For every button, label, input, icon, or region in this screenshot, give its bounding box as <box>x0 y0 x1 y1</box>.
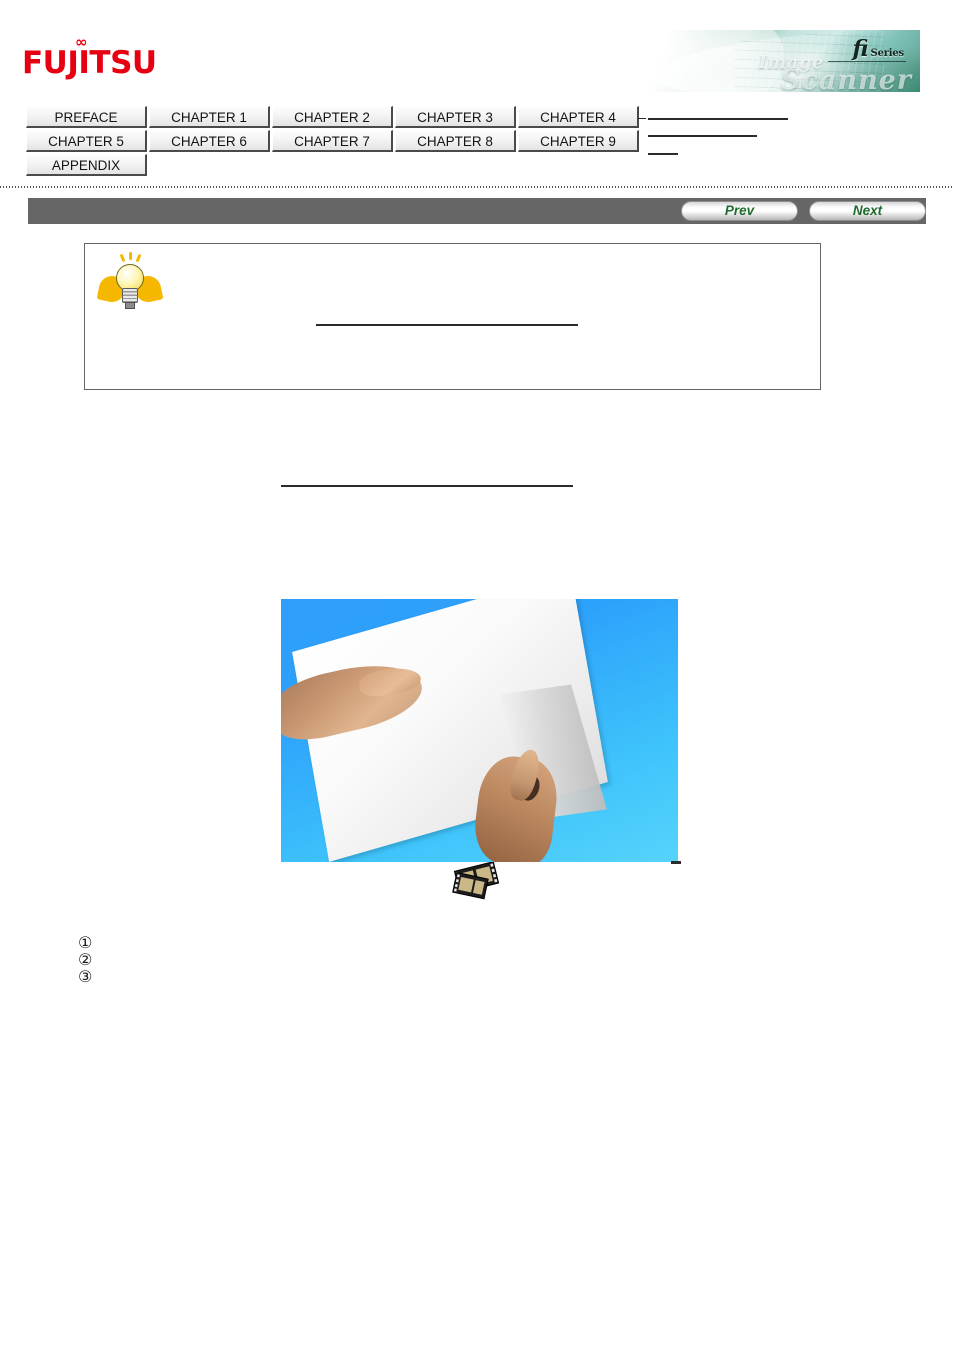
hint-callout-box <box>84 243 821 390</box>
tab-row-1: PREFACE CHAPTER 1 CHAPTER 2 CHAPTER 3 CH… <box>26 106 646 128</box>
next-button[interactable]: Next <box>809 201 926 221</box>
lightbulb-neck <box>122 288 138 303</box>
tab-appendix[interactable]: APPENDIX <box>26 154 147 176</box>
lightbulb-icon <box>96 252 164 314</box>
tab-chapter-8[interactable]: CHAPTER 8 <box>395 130 516 152</box>
tab-chapter-5[interactable]: CHAPTER 5 <box>26 130 147 152</box>
tab-row-3: APPENDIX <box>26 154 646 176</box>
header-link-underline-1[interactable] <box>648 118 788 120</box>
step-marker-list: ① ② ③ <box>78 934 92 985</box>
tab-chapter-1[interactable]: CHAPTER 1 <box>149 106 270 128</box>
lightbulb-ray-3 <box>135 253 141 263</box>
header-link-connector <box>638 118 646 119</box>
banner-fi-text: fi <box>852 36 869 62</box>
lightbulb-ray-1 <box>119 253 125 263</box>
chapter-tab-navigation: PREFACE CHAPTER 1 CHAPTER 2 CHAPTER 3 CH… <box>26 106 646 178</box>
fujitsu-logo: FUJITSU ∞ <box>22 35 157 81</box>
hint-link-underline[interactable] <box>316 324 578 326</box>
tab-chapter-9[interactable]: CHAPTER 9 <box>518 130 639 152</box>
header-separator <box>0 186 954 188</box>
banner-fi-mark: fi Series <box>852 36 905 62</box>
instruction-photo <box>281 599 678 862</box>
photo-caption-rule <box>671 861 681 864</box>
fujitsu-logo-text: FUJITSU <box>22 45 157 81</box>
tab-chapter-6[interactable]: CHAPTER 6 <box>149 130 270 152</box>
lightbulb-ray-2 <box>129 252 132 260</box>
lightbulb-base <box>125 302 135 309</box>
tab-chapter-2[interactable]: CHAPTER 2 <box>272 106 393 128</box>
prev-button[interactable]: Prev <box>681 201 798 221</box>
fujitsu-infinity-icon: ∞ <box>75 33 88 51</box>
fi-series-banner: Image Scanner fi Series <box>648 30 920 92</box>
banner-fi-underline <box>828 61 906 62</box>
tab-chapter-4[interactable]: CHAPTER 4 <box>518 106 639 128</box>
page-header: FUJITSU ∞ Image Scanner fi Series <box>0 0 954 100</box>
step-marker-2: ② <box>78 950 93 969</box>
header-link-underline-2[interactable] <box>648 135 757 137</box>
page-navigation-toolbar: Prev Next <box>28 198 926 224</box>
tab-chapter-3[interactable]: CHAPTER 3 <box>395 106 516 128</box>
step-marker-1: ① <box>78 933 93 952</box>
film-strip-icon[interactable] <box>450 861 506 904</box>
banner-scanner-word: Scanner <box>780 65 912 92</box>
header-link-underline-3[interactable] <box>648 153 678 155</box>
tab-chapter-7[interactable]: CHAPTER 7 <box>272 130 393 152</box>
content-link-underline[interactable] <box>281 485 573 487</box>
banner-series-text: Series <box>870 48 905 59</box>
tab-row-2: CHAPTER 5 CHAPTER 6 CHAPTER 7 CHAPTER 8 … <box>26 130 646 152</box>
tab-preface[interactable]: PREFACE <box>26 106 147 128</box>
step-marker-3: ③ <box>78 967 93 986</box>
